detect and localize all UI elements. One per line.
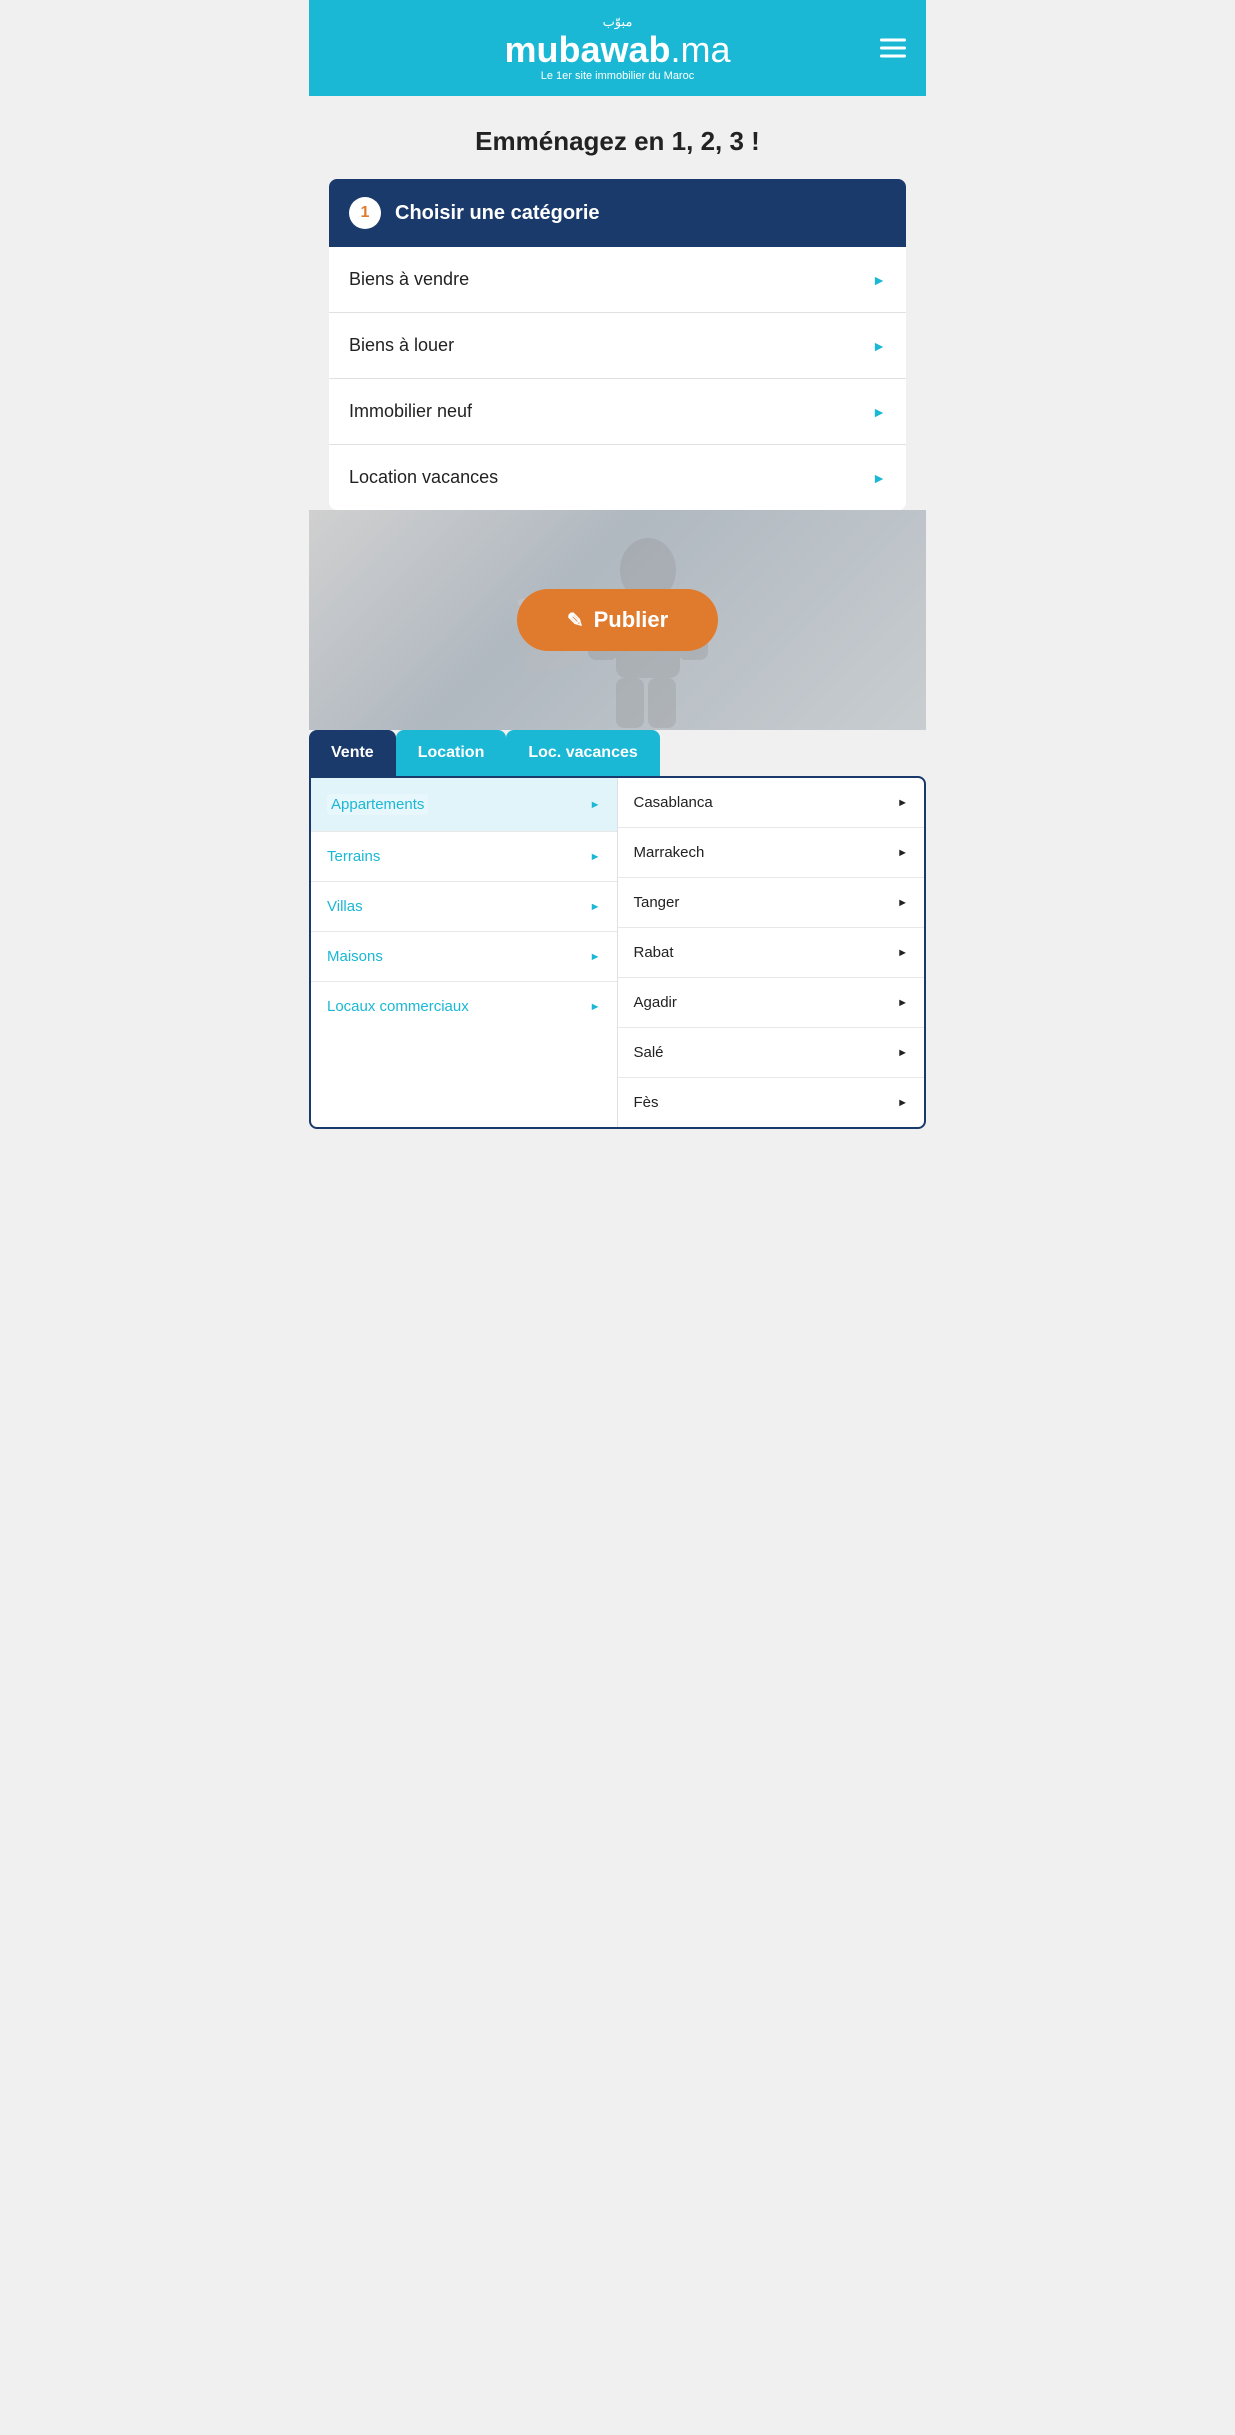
category-item-louer[interactable]: Biens à louer ► bbox=[329, 313, 906, 379]
hamburger-icon bbox=[880, 39, 906, 58]
logo-brand: mubawab.ma bbox=[504, 29, 730, 70]
arrow-icon-vendre: ► bbox=[872, 272, 886, 288]
menu-button[interactable] bbox=[880, 39, 906, 58]
city-label-agadir: Agadir bbox=[634, 994, 677, 1011]
property-label-terrains: Terrains bbox=[327, 848, 380, 865]
step-number: 1 bbox=[349, 197, 381, 229]
property-label-villas: Villas bbox=[327, 898, 363, 915]
property-type-maisons[interactable]: Maisons ► bbox=[311, 932, 617, 982]
city-label-fes: Fès bbox=[634, 1094, 659, 1111]
logo-tagline: Le 1er site immobilier du Maroc bbox=[504, 70, 730, 82]
publish-banner: ✎ Publier bbox=[309, 510, 926, 730]
arrow-terrains: ► bbox=[590, 851, 601, 863]
arrow-villas: ► bbox=[590, 901, 601, 913]
city-label-tanger: Tanger bbox=[634, 894, 680, 911]
arrow-icon-neuf: ► bbox=[872, 404, 886, 420]
arrow-icon-vacances: ► bbox=[872, 470, 886, 486]
city-col: Casablanca ► Marrakech ► Tanger ► Rabat … bbox=[618, 778, 925, 1127]
property-type-terrains[interactable]: Terrains ► bbox=[311, 832, 617, 882]
category-item-vacances[interactable]: Location vacances ► bbox=[329, 445, 906, 510]
category-label-louer: Biens à louer bbox=[349, 335, 454, 356]
publier-label: Publier bbox=[594, 607, 669, 633]
category-label-neuf: Immobilier neuf bbox=[349, 401, 472, 422]
publier-button[interactable]: ✎ Publier bbox=[517, 589, 718, 651]
header: مبوّب mubawab.ma Le 1er site immobilier … bbox=[309, 0, 926, 96]
tab-location[interactable]: Location bbox=[396, 730, 507, 776]
category-header: 1 Choisir une catégorie bbox=[329, 179, 906, 247]
arrow-maisons: ► bbox=[590, 951, 601, 963]
city-sale[interactable]: Salé ► bbox=[618, 1028, 925, 1078]
city-label-sale: Salé bbox=[634, 1044, 664, 1061]
property-type-locaux[interactable]: Locaux commerciaux ► bbox=[311, 982, 617, 1031]
page-title: Emménagez en 1, 2, 3 ! bbox=[329, 126, 906, 157]
city-fes[interactable]: Fès ► bbox=[618, 1078, 925, 1127]
property-label-maisons: Maisons bbox=[327, 948, 383, 965]
arrow-agadir: ► bbox=[897, 997, 908, 1009]
city-rabat[interactable]: Rabat ► bbox=[618, 928, 925, 978]
search-tabs: Vente Location Loc. vacances bbox=[309, 730, 926, 776]
step-label: Choisir une catégorie bbox=[395, 202, 600, 225]
logo-arabic: مبوّب bbox=[504, 14, 730, 30]
arrow-rabat: ► bbox=[897, 947, 908, 959]
search-grid: Appartements ► Terrains ► Villas ► Maiso… bbox=[309, 776, 926, 1129]
logo[interactable]: مبوّب mubawab.ma Le 1er site immobilier … bbox=[504, 14, 730, 82]
city-label-marrakech: Marrakech bbox=[634, 844, 705, 861]
arrow-fes: ► bbox=[897, 1097, 908, 1109]
category-label-vendre: Biens à vendre bbox=[349, 269, 469, 290]
city-label-rabat: Rabat bbox=[634, 944, 674, 961]
property-type-villas[interactable]: Villas ► bbox=[311, 882, 617, 932]
property-label-locaux: Locaux commerciaux bbox=[327, 998, 469, 1015]
arrow-tanger: ► bbox=[897, 897, 908, 909]
city-agadir[interactable]: Agadir ► bbox=[618, 978, 925, 1028]
property-type-col: Appartements ► Terrains ► Villas ► Maiso… bbox=[311, 778, 618, 1127]
arrow-locaux: ► bbox=[590, 1001, 601, 1013]
main-content: Emménagez en 1, 2, 3 ! 1 Choisir une cat… bbox=[309, 96, 926, 510]
city-marrakech[interactable]: Marrakech ► bbox=[618, 828, 925, 878]
property-type-appartements[interactable]: Appartements ► bbox=[311, 778, 617, 832]
category-item-vendre[interactable]: Biens à vendre ► bbox=[329, 247, 906, 313]
category-section: 1 Choisir une catégorie Biens à vendre ►… bbox=[329, 179, 906, 510]
arrow-icon-louer: ► bbox=[872, 338, 886, 354]
tab-loc-vacances[interactable]: Loc. vacances bbox=[506, 730, 659, 776]
city-label-casablanca: Casablanca bbox=[634, 794, 713, 811]
arrow-sale: ► bbox=[897, 1047, 908, 1059]
category-label-vacances: Location vacances bbox=[349, 467, 498, 488]
arrow-marrakech: ► bbox=[897, 847, 908, 859]
category-item-neuf[interactable]: Immobilier neuf ► bbox=[329, 379, 906, 445]
tab-vente[interactable]: Vente bbox=[309, 730, 396, 776]
arrow-casablanca: ► bbox=[897, 797, 908, 809]
search-section: Vente Location Loc. vacances Appartement… bbox=[309, 730, 926, 1149]
edit-icon: ✎ bbox=[567, 608, 584, 633]
city-casablanca[interactable]: Casablanca ► bbox=[618, 778, 925, 828]
property-label-appartements: Appartements bbox=[327, 794, 428, 815]
city-tanger[interactable]: Tanger ► bbox=[618, 878, 925, 928]
arrow-appartements: ► bbox=[590, 799, 601, 811]
